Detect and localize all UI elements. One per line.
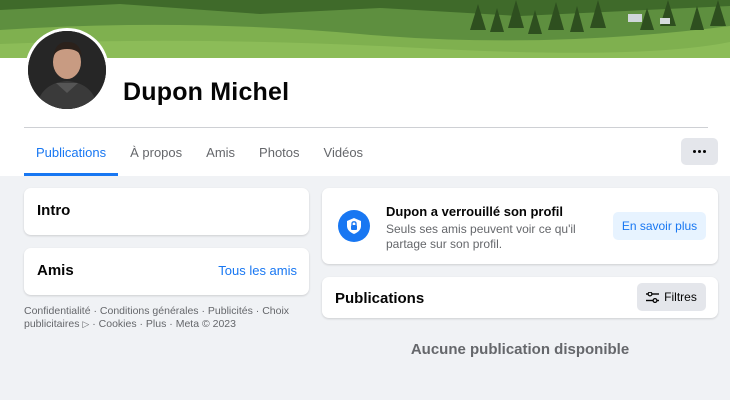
- more-horizontal-icon: [693, 150, 706, 153]
- friends-title: Amis: [37, 262, 74, 279]
- tab-videos[interactable]: Vidéos: [312, 128, 376, 176]
- footer-confidentialite[interactable]: Confidentialité: [24, 305, 91, 317]
- avatar-photo: [28, 31, 106, 109]
- tab-photos[interactable]: Photos: [247, 128, 311, 176]
- sliders-icon: [646, 291, 660, 303]
- posts-card: Publications Filtres: [322, 277, 718, 318]
- footer-publicites[interactable]: Publicités: [208, 305, 253, 317]
- shield-lock-icon: [338, 210, 370, 242]
- tab-amis[interactable]: Amis: [194, 128, 247, 176]
- locked-title: Dupon a verrouillé son profil: [386, 204, 563, 219]
- tab-publications[interactable]: Publications: [24, 128, 119, 176]
- profile-header: Dupon Michel Publications À propos Amis …: [0, 0, 730, 176]
- avatar-silhouette: [28, 31, 106, 109]
- tab-a-propos[interactable]: À propos: [118, 128, 194, 176]
- cover-photo[interactable]: [0, 0, 730, 58]
- filters-label: Filtres: [664, 290, 697, 304]
- footer-links: Confidentialité · Conditions générales ·…: [24, 305, 290, 330]
- profile-name: Dupon Michel: [123, 78, 290, 106]
- filters-button[interactable]: Filtres: [637, 283, 706, 311]
- profile-avatar[interactable]: [25, 28, 109, 112]
- cover-landscape: [0, 0, 730, 58]
- profile-tabs: Publications À propos Amis Photos Vidéos: [24, 128, 375, 176]
- more-options-button[interactable]: [681, 138, 718, 165]
- footer-cookies[interactable]: Cookies: [99, 318, 137, 330]
- no-posts-message: Aucune publication disponible: [410, 341, 630, 358]
- intro-card: Intro: [24, 188, 309, 235]
- all-friends-link[interactable]: Tous les amis: [218, 263, 297, 278]
- posts-title: Publications: [335, 290, 425, 307]
- footer-plus[interactable]: Plus: [146, 318, 166, 330]
- learn-more-button[interactable]: En savoir plus: [613, 212, 706, 240]
- footer-meta: Meta © 2023: [175, 318, 236, 330]
- locked-profile-card: Dupon a verrouillé son profil Seuls ses …: [322, 188, 718, 264]
- friends-card: Amis Tous les amis: [24, 248, 309, 295]
- intro-title: Intro: [37, 202, 71, 219]
- ad-choices-icon: ▷: [82, 319, 90, 329]
- footer-conditions[interactable]: Conditions générales: [100, 305, 199, 317]
- locked-description: Seuls ses amis peuvent voir ce qu'il par…: [386, 222, 576, 251]
